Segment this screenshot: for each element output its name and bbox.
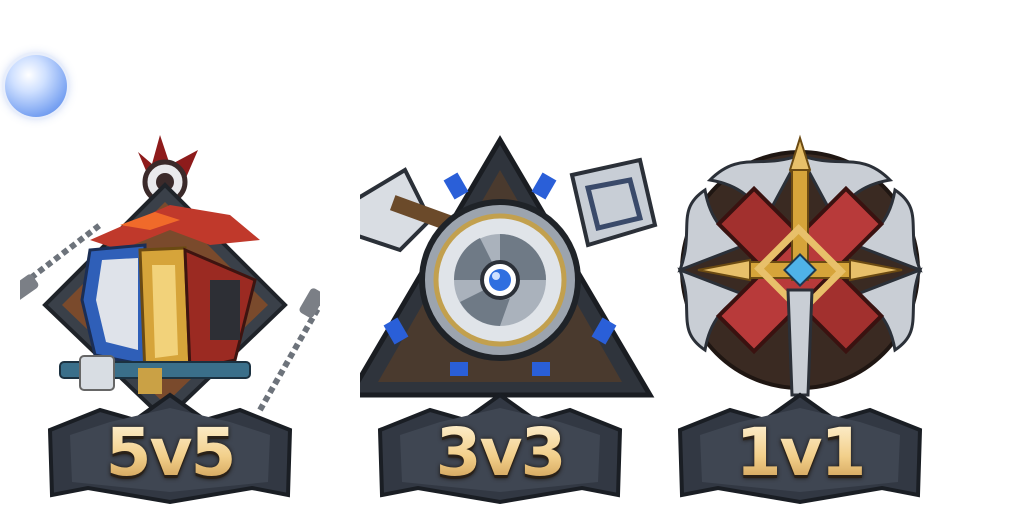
game-mode-select-screen: 5v5 3v3 1v1 [0, 0, 1024, 512]
mode-5v5-label: 5v5 [20, 418, 320, 488]
blue-orb-button[interactable] [5, 55, 67, 117]
mode-1v1-card[interactable]: 1v1 [670, 130, 970, 510]
mode-1v1-label: 1v1 [650, 418, 950, 488]
mode-5v5-card[interactable]: 5v5 [20, 130, 320, 510]
mode-3v3-card[interactable]: 3v3 [360, 130, 660, 510]
mode-3v3-label: 3v3 [350, 418, 650, 488]
